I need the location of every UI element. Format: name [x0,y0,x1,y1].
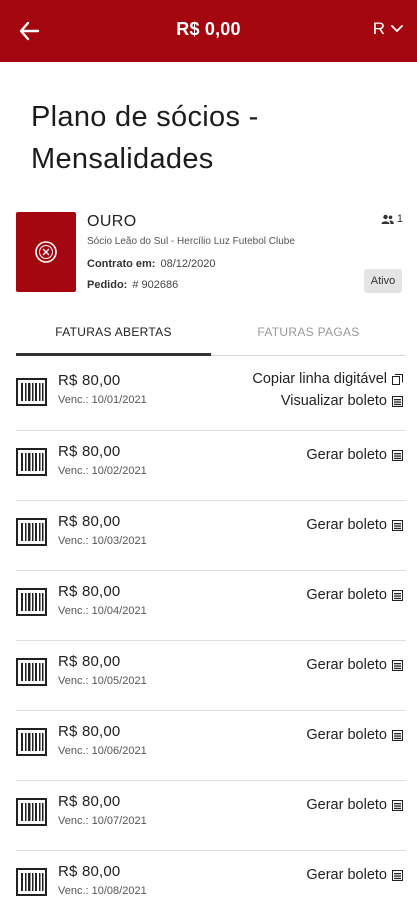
invoice-amount: R$ 80,00 [58,443,121,460]
invoice-amount: R$ 80,00 [58,863,121,880]
barcode-icon [16,798,47,826]
invoice-row: R$ 80,00 Venc.: 10/03/2021 Gerar boleto [16,501,406,571]
plan-name: OURO [87,213,137,230]
invoice-amount: R$ 80,00 [58,372,121,389]
club-logo [16,212,76,292]
page-title: Plano de sócios - Mensalidades [31,101,259,175]
invoice-due-date: Venc.: 10/05/2021 [58,675,147,687]
plan-card: OURO Sócio Leão do Sul - Hercílio Luz Fu… [16,212,406,296]
invoice-due-date: Venc.: 10/01/2021 [58,394,147,406]
action-label: Gerar boleto [306,587,387,603]
invoice-due-date: Venc.: 10/08/2021 [58,885,147,897]
invoice-due-date: Venc.: 10/02/2021 [58,465,147,477]
action-label: Gerar boleto [306,867,387,883]
action-label: Gerar boleto [306,727,387,743]
tab-open-invoices[interactable]: FATURAS ABERTAS [16,318,211,356]
invoice-due-date: Venc.: 10/03/2021 [58,535,147,547]
tab-paid-invoices[interactable]: FATURAS PAGAS [211,318,406,356]
order-row: Pedido: # 902686 [87,279,178,291]
invoice-due-date: Venc.: 10/06/2021 [58,745,147,757]
barcode-icon [16,728,47,756]
generate-boleto-button[interactable]: Gerar boleto [306,587,403,603]
action-label: Copiar linha digitável [252,371,387,387]
invoice-amount: R$ 80,00 [58,583,121,600]
invoice-amount: R$ 80,00 [58,723,121,740]
members-count: 1 [381,213,403,225]
boleto-icon [392,729,403,741]
invoice-amount: R$ 80,00 [58,513,121,530]
status-badge: Ativo [364,269,402,293]
user-initial: R [372,19,385,38]
action-label: Gerar boleto [306,797,387,813]
invoice-row: R$ 80,00 Venc.: 10/06/2021 Gerar boleto [16,711,406,781]
boleto-icon [392,395,403,407]
contract-date-row: Contrato em: 08/12/2020 [87,258,216,270]
generate-boleto-button[interactable]: Gerar boleto [306,797,403,813]
boleto-icon [392,449,403,461]
generate-boleto-button[interactable]: Gerar boleto [306,447,403,463]
barcode-icon [16,868,47,896]
chevron-down-icon [391,25,403,33]
invoice-amount: R$ 80,00 [58,653,121,670]
balance-amount: R$ 0,00 [176,19,241,39]
action-label: Gerar boleto [306,657,387,673]
invoice-row: R$ 80,00 Venc.: 10/02/2021 Gerar boleto [16,431,406,501]
invoice-row: R$ 80,00 Venc.: 10/08/2021 Gerar boleto [16,851,406,900]
invoice-row: R$ 80,00 Venc.: 10/01/2021 Copiar linha di… [16,356,406,431]
top-app-bar: R$ 0,00 R [0,0,417,62]
contract-label: Contrato em: [87,258,156,270]
barcode-icon [16,588,47,616]
boleto-icon [392,799,403,811]
contract-date: 08/12/2020 [160,258,216,270]
club-crest-icon [35,241,57,263]
invoice-due-date: Venc.: 10/04/2021 [58,605,147,617]
club-name: Sócio Leão do Sul - Hercílio Luz Futebol… [87,236,295,247]
invoice-row: R$ 80,00 Venc.: 10/04/2021 Gerar boleto [16,571,406,641]
action-label: Gerar boleto [306,517,387,533]
action-label: Gerar boleto [306,447,387,463]
order-label: Pedido: [87,279,128,291]
copy-icon [392,373,403,385]
generate-boleto-button[interactable]: Gerar boleto [306,727,403,743]
generate-boleto-button[interactable]: Gerar boleto [306,517,403,533]
barcode-icon [16,518,47,546]
barcode-icon [16,448,47,476]
barcode-icon [16,378,47,406]
boleto-icon [392,659,403,671]
users-icon [381,214,394,224]
members-count-value: 1 [396,213,403,225]
boleto-icon [392,519,403,531]
invoice-row: R$ 80,00 Venc.: 10/05/2021 Gerar boleto [16,641,406,711]
view-boleto-button[interactable]: Visualizar boleto [281,393,403,409]
order-number: # 902686 [132,279,179,291]
generate-boleto-button[interactable]: Gerar boleto [306,867,403,883]
copy-digitable-line-button[interactable]: Copiar linha digitável [252,371,403,387]
invoice-row: R$ 80,00 Venc.: 10/07/2021 Gerar boleto [16,781,406,851]
action-label: Visualizar boleto [280,393,387,409]
boleto-icon [392,869,403,881]
generate-boleto-button[interactable]: Gerar boleto [306,657,403,673]
invoice-tabs: FATURAS ABERTAS FATURAS PAGAS [16,318,406,356]
boleto-icon [392,589,403,601]
barcode-icon [16,658,47,686]
invoice-due-date: Venc.: 10/07/2021 [58,815,147,827]
user-menu[interactable]: R [373,19,403,39]
invoice-amount: R$ 80,00 [58,793,121,810]
